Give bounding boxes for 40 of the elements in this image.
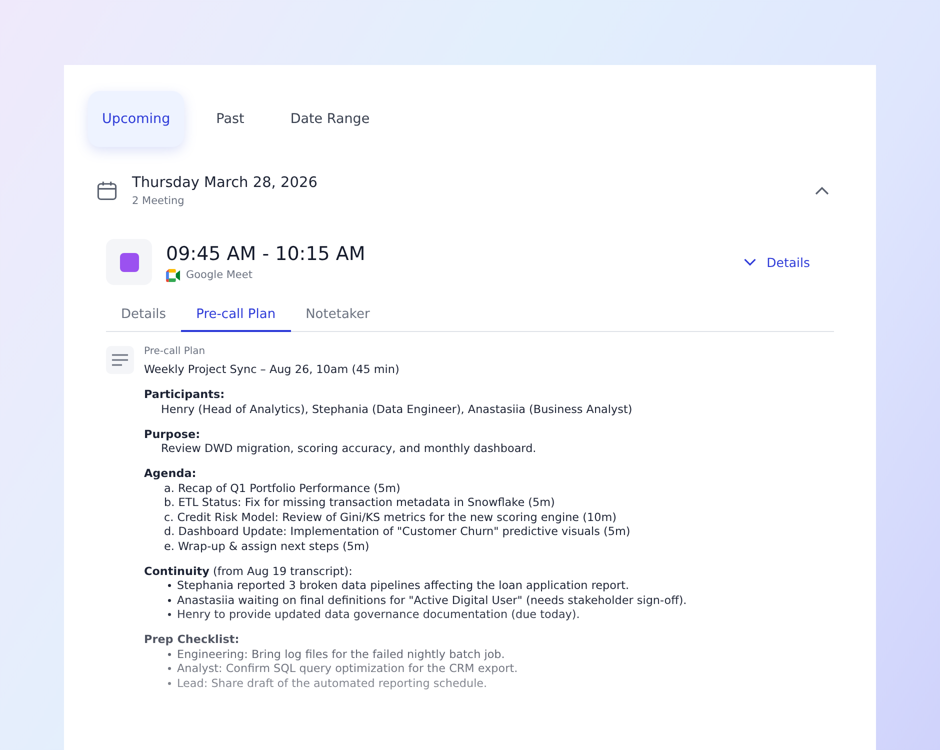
- agenda-item: a. Recap of Q1 Portfolio Performance (5m): [163, 482, 402, 494]
- section-heading: Prep Checklist:: [144, 633, 240, 646]
- section-heading: Participants:: [144, 388, 226, 401]
- section-heading: Agenda:: [144, 467, 198, 480]
- bullet-icon: [168, 598, 171, 602]
- bullet-item: Analyst: Confirm SQL query optimization for the CRM export.: [177, 662, 518, 675]
- bullet-item: Engineering: Bring log files for the failed nightly batch job.: [177, 648, 505, 660]
- meeting-count: 2 Meeting: [132, 195, 186, 207]
- bullet-icon: [168, 667, 171, 670]
- filter-tab[interactable]: Date Range: [276, 91, 384, 147]
- section-heading: Purpose:: [144, 428, 202, 440]
- meeting-tab[interactable]: Pre-call Plan: [181, 299, 291, 332]
- filter-tab[interactable]: Past: [202, 91, 258, 147]
- bullet-item: Anastasiia waiting on final definitions for "Active Digital User" (needs stakeholder sign-off).: [177, 594, 687, 606]
- bullet-icon: [168, 613, 171, 616]
- meeting-tab[interactable]: Notetaker: [290, 299, 385, 332]
- agenda-item: c. Credit Risk Model: Review of Gini/KS metrics for the new scoring engine (10m): [163, 510, 618, 524]
- agenda-item: d. Dashboard Update: Implementation of "Customer Churn" predictive visuals (5m): [163, 525, 632, 538]
- bullet-item: Henry to provide updated data governance documentation (due today).: [177, 608, 580, 621]
- meeting-tab[interactable]: Details: [106, 299, 182, 332]
- bullet-icon: [168, 652, 171, 656]
- section-text: Henry (Head of Analytics), Stephania (Data Engineer), Anastasiia (Business Analyst): [160, 402, 634, 416]
- filter-tab[interactable]: Upcoming: [88, 91, 184, 147]
- date-heading: Thursday March 28, 2026: [132, 175, 318, 191]
- plan-label: Pre-call Plan: [144, 346, 206, 357]
- bullet-item: Stephania reported 3 broken data pipelines affecting the loan application report.: [177, 579, 630, 592]
- platform-label: Google Meet: [186, 269, 252, 281]
- details-toggle[interactable]: Details: [736, 254, 816, 270]
- agenda-item: e. Wrap-up & assign next steps (5m): [163, 540, 370, 552]
- video-camera-icon: [166, 268, 181, 282]
- calendar-icon: [96, 180, 118, 202]
- agenda-item: b. ETL Status: Fix for missing transaction metadata in Snowflake (5m): [163, 496, 556, 509]
- notes-icon: [106, 346, 134, 374]
- section-text: Review DWD migration, scoring accuracy, and monthly dashboard.: [160, 442, 538, 455]
- bullet-icon: [168, 584, 171, 587]
- plan-title: Weekly Project Sync – Aug 26, 10am (45 min): [144, 363, 400, 376]
- bullet-icon: [168, 682, 171, 684]
- section-heading: Continuity (from Aug 19 transcript):: [144, 564, 354, 578]
- meeting-time: 09:45 AM - 10:15 AM: [166, 242, 366, 264]
- bullet-item: Lead: Share draft of the automated reporting schedule.: [177, 676, 488, 690]
